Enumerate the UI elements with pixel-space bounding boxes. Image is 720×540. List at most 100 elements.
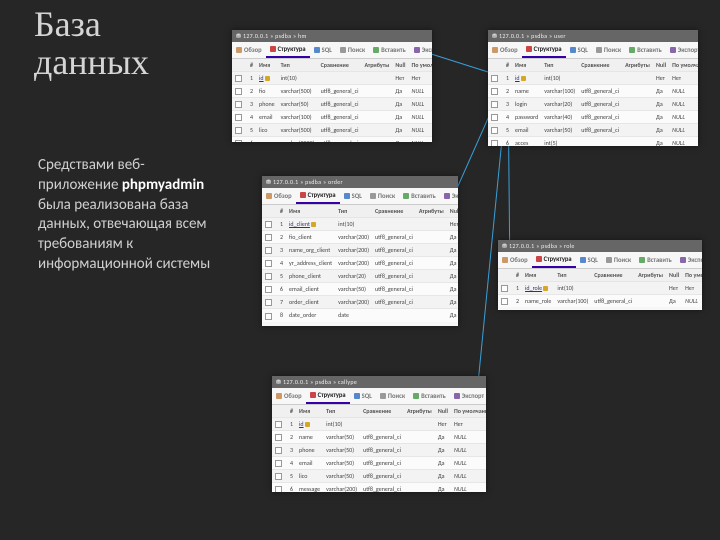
tab-obzor[interactable]: Обзор [498,252,532,268]
tab-sql[interactable]: SQL [576,252,602,268]
cell-null: Да [392,98,408,111]
tab-export[interactable]: Экспорт [450,388,486,404]
field-name: password [515,113,538,121]
cell-attrs [362,85,393,98]
field-name: fio [259,87,265,95]
row-checkbox[interactable] [491,114,498,121]
tab-structure[interactable]: Структура [532,252,576,268]
field-name: name [299,433,313,441]
row-checkbox[interactable] [491,88,498,95]
tab-export[interactable]: Экспорт [410,42,432,58]
row-checkbox[interactable] [275,447,282,454]
tabstrip: ОбзорСтруктураSQLПоискВставитьЭкспортИмп… [262,188,458,205]
breadcrumb: ⛃ 127.0.0.1 » psdba » role [498,240,702,252]
sql-icon [344,193,350,199]
cell-null: Да [653,98,669,111]
cell-num: 3 [277,244,286,257]
cell-collation [591,282,635,295]
row-checkbox[interactable] [275,473,282,480]
row-checkbox[interactable] [265,247,272,254]
table-row: 6accesint(5)ДаNULL [488,137,698,146]
tab-obzor[interactable]: Обзор [272,388,306,404]
tab-search[interactable]: Поиск [602,252,635,268]
row-checkbox[interactable] [275,434,282,441]
row-checkbox[interactable] [235,101,242,108]
tab-obzor[interactable]: Обзор [232,42,266,58]
col-check [262,205,277,218]
row-checkbox[interactable] [265,299,272,306]
row-checkbox[interactable] [265,221,272,228]
tab-export[interactable]: Экспорт [676,252,702,268]
tab-sql[interactable]: SQL [340,188,366,204]
row-checkbox[interactable] [491,75,498,82]
row-checkbox[interactable] [235,140,242,142]
row-checkbox[interactable] [501,298,508,305]
cell-num: 4 [277,257,286,270]
desc-bold: phpmyadmin [122,176,204,194]
tab-sql[interactable]: SQL [350,388,376,404]
tab-search[interactable]: Поиск [592,42,625,58]
row-checkbox[interactable] [265,313,272,320]
field-name: name_org_client [289,246,330,254]
tab-insert[interactable]: Вставить [369,42,410,58]
row-checkbox[interactable] [265,260,272,267]
cell-num: 1 [513,282,522,295]
row-checkbox[interactable] [501,285,508,292]
col-collation: Сравнение [578,59,622,72]
tab-insert[interactable]: Вставить [409,388,450,404]
tab-structure[interactable]: Структура [296,188,340,204]
row-checkbox[interactable] [235,114,242,121]
row-checkbox[interactable] [235,88,242,95]
row-checkbox[interactable] [235,75,242,82]
tab-export[interactable]: Экспорт [440,188,458,204]
cell-null: Да [653,85,669,98]
cell-null: Да [447,257,458,270]
row-checkbox[interactable] [275,421,282,428]
tab-insert[interactable]: Вставить [625,42,666,58]
row-checkbox[interactable] [491,127,498,134]
cell-attrs [622,85,653,98]
tab-insert[interactable]: Вставить [635,252,676,268]
cell-null: Нет [447,218,458,231]
cell-name: id [296,418,323,431]
tab-sql[interactable]: SQL [310,42,336,58]
row-checkbox[interactable] [265,234,272,241]
cell-num: 5 [247,124,256,137]
table-row: 1id int(10)НетНет [272,418,486,431]
tab-insert[interactable]: Вставить [399,188,440,204]
cell-num: 1 [277,218,286,231]
tab-search[interactable]: Поиск [376,388,409,404]
row-checkbox[interactable] [265,286,272,293]
row-checkbox[interactable] [491,101,498,108]
row-checkbox[interactable] [265,273,272,280]
desc-post: была реализована база данных, отвечающая… [38,196,210,273]
cell-collation: utf8_general_ci [318,98,362,111]
cell-collation: utf8_general_ci [578,111,622,124]
cell-type: int(10) [554,282,591,295]
breadcrumb: ⛃ 127.0.0.1 » psdba » сallype [272,376,486,388]
tab-sql[interactable]: SQL [566,42,592,58]
tab-search[interactable]: Поиск [336,42,369,58]
tab-structure[interactable]: Структура [522,42,566,58]
cell-null: Нет [435,418,451,431]
row-checkbox[interactable] [235,127,242,134]
breadcrumb: ⛃ 127.0.0.1 » psdba » order [262,176,458,188]
tab-obzor[interactable]: Обзор [488,42,522,58]
tab-structure[interactable]: Структура [266,42,310,58]
tab-obzor[interactable]: Обзор [262,188,296,204]
row-checkbox[interactable] [491,140,498,146]
slide-description: Средствами веб-приложение phpmyadmin был… [38,156,223,275]
cell-name: name_org_client [286,244,335,257]
obzor-icon [276,393,282,399]
tab-search[interactable]: Поиск [366,188,399,204]
cell-name: name [512,85,541,98]
row-checkbox[interactable] [275,460,282,467]
field-name: lico [299,472,307,480]
tab-export[interactable]: Экспорт [666,42,698,58]
tab-structure[interactable]: Структура [306,388,350,404]
table-row: 2namevarchar(50)utf8_general_ciДаNULL [272,431,486,444]
col-null: Null [653,59,669,72]
table-row: 5emailvarchar(50)utf8_general_ciДаNULL [488,124,698,137]
row-checkbox[interactable] [275,486,282,492]
obzor-icon [492,47,498,53]
